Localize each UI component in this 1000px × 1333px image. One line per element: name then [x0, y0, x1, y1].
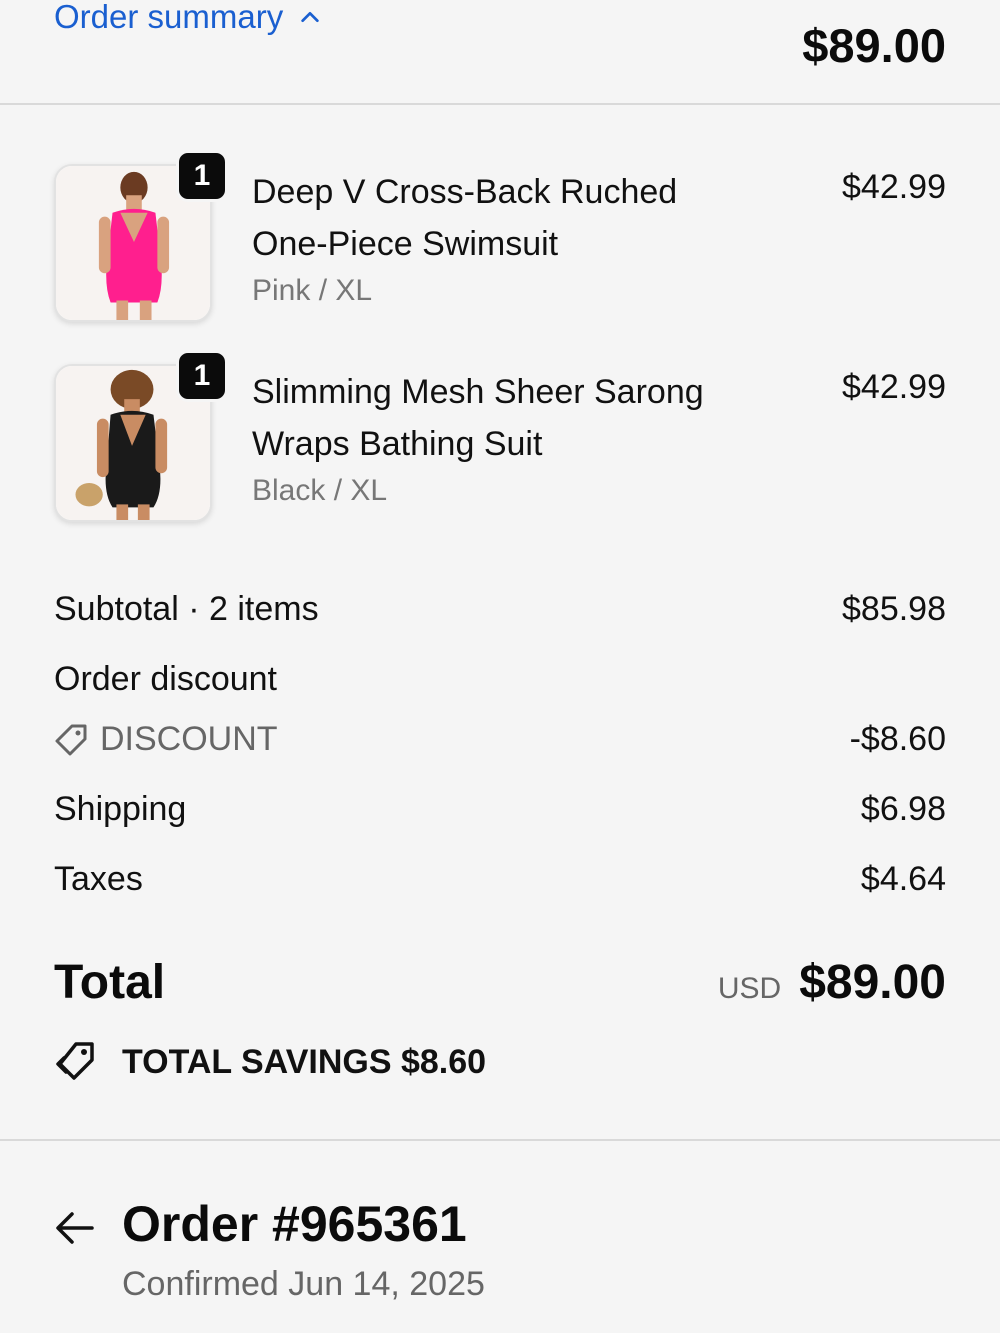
total-row: Total USD $89.00	[54, 955, 946, 1010]
order-confirmed-date: Confirmed Jun 14, 2025	[122, 1265, 485, 1303]
item-details: Deep V Cross-Back Ruched One-Piece Swims…	[252, 166, 772, 308]
order-header: Order #965361 Confirmed Jun 14, 2025	[54, 1195, 485, 1304]
item-variant: Black / XL	[252, 474, 388, 507]
quantity-badge: 1	[176, 150, 228, 202]
order-summary-toggle[interactable]: Order summary	[54, 0, 321, 36]
line-item: 1 Slimming Mesh Sheer Sarong Wraps Bathi…	[54, 350, 946, 530]
discount-code-row: DISCOUNT -$8.60	[54, 720, 946, 759]
total-label: Total	[54, 956, 166, 1009]
order-discount-row: Order discount	[54, 660, 946, 699]
taxes-value: $4.64	[860, 860, 946, 898]
discount-value: -$8.60	[849, 720, 946, 758]
chevron-up-icon	[301, 11, 319, 23]
quantity-badge: 1	[176, 350, 228, 402]
taxes-label: Taxes	[54, 860, 143, 898]
shipping-value: $6.98	[860, 790, 946, 828]
subtotal-value: $85.98	[842, 590, 946, 628]
shipping-label: Shipping	[54, 790, 187, 828]
order-status-page: Order summary $89.00 1 Deep V Cross-Back…	[0, 0, 1000, 1333]
order-discount-label: Order discount	[54, 660, 277, 698]
item-title-line1: Deep V Cross-Back Ruched	[252, 173, 678, 211]
item-title-line1: Slimming Mesh Sheer Sarong	[252, 373, 704, 411]
subtotal-row: Subtotal · 2 items $85.98	[54, 590, 946, 629]
tag-icon	[55, 724, 87, 755]
back-arrow-icon[interactable]	[54, 1207, 96, 1249]
taxes-row: Taxes $4.64	[54, 860, 946, 899]
item-price: $42.99	[842, 168, 946, 206]
divider	[0, 1139, 1000, 1141]
shipping-row: Shipping $6.98	[54, 790, 946, 829]
total-amount: $89.00	[799, 956, 946, 1009]
item-variant: Pink / XL	[252, 274, 373, 307]
divider	[0, 103, 1000, 105]
total-savings: TOTAL SAVINGS $8.60	[54, 1040, 486, 1084]
item-title-line2: One-Piece Swimsuit	[252, 225, 559, 263]
tags-icon	[56, 1042, 94, 1080]
currency-code: USD	[717, 972, 782, 1005]
discount-code: DISCOUNT	[100, 720, 278, 758]
header-total-price: $89.00	[802, 19, 946, 72]
total-savings-text: TOTAL SAVINGS $8.60	[122, 1042, 487, 1081]
line-item: 1 Deep V Cross-Back Ruched One-Piece Swi…	[54, 150, 946, 330]
item-price: $42.99	[842, 368, 946, 406]
item-title-line2: Wraps Bathing Suit	[252, 425, 543, 463]
order-number: Order #965361	[122, 1196, 467, 1252]
subtotal-label: Subtotal · 2 items	[54, 590, 319, 628]
item-details: Slimming Mesh Sheer Sarong Wraps Bathing…	[252, 366, 772, 508]
order-summary-label: Order summary	[54, 0, 284, 35]
